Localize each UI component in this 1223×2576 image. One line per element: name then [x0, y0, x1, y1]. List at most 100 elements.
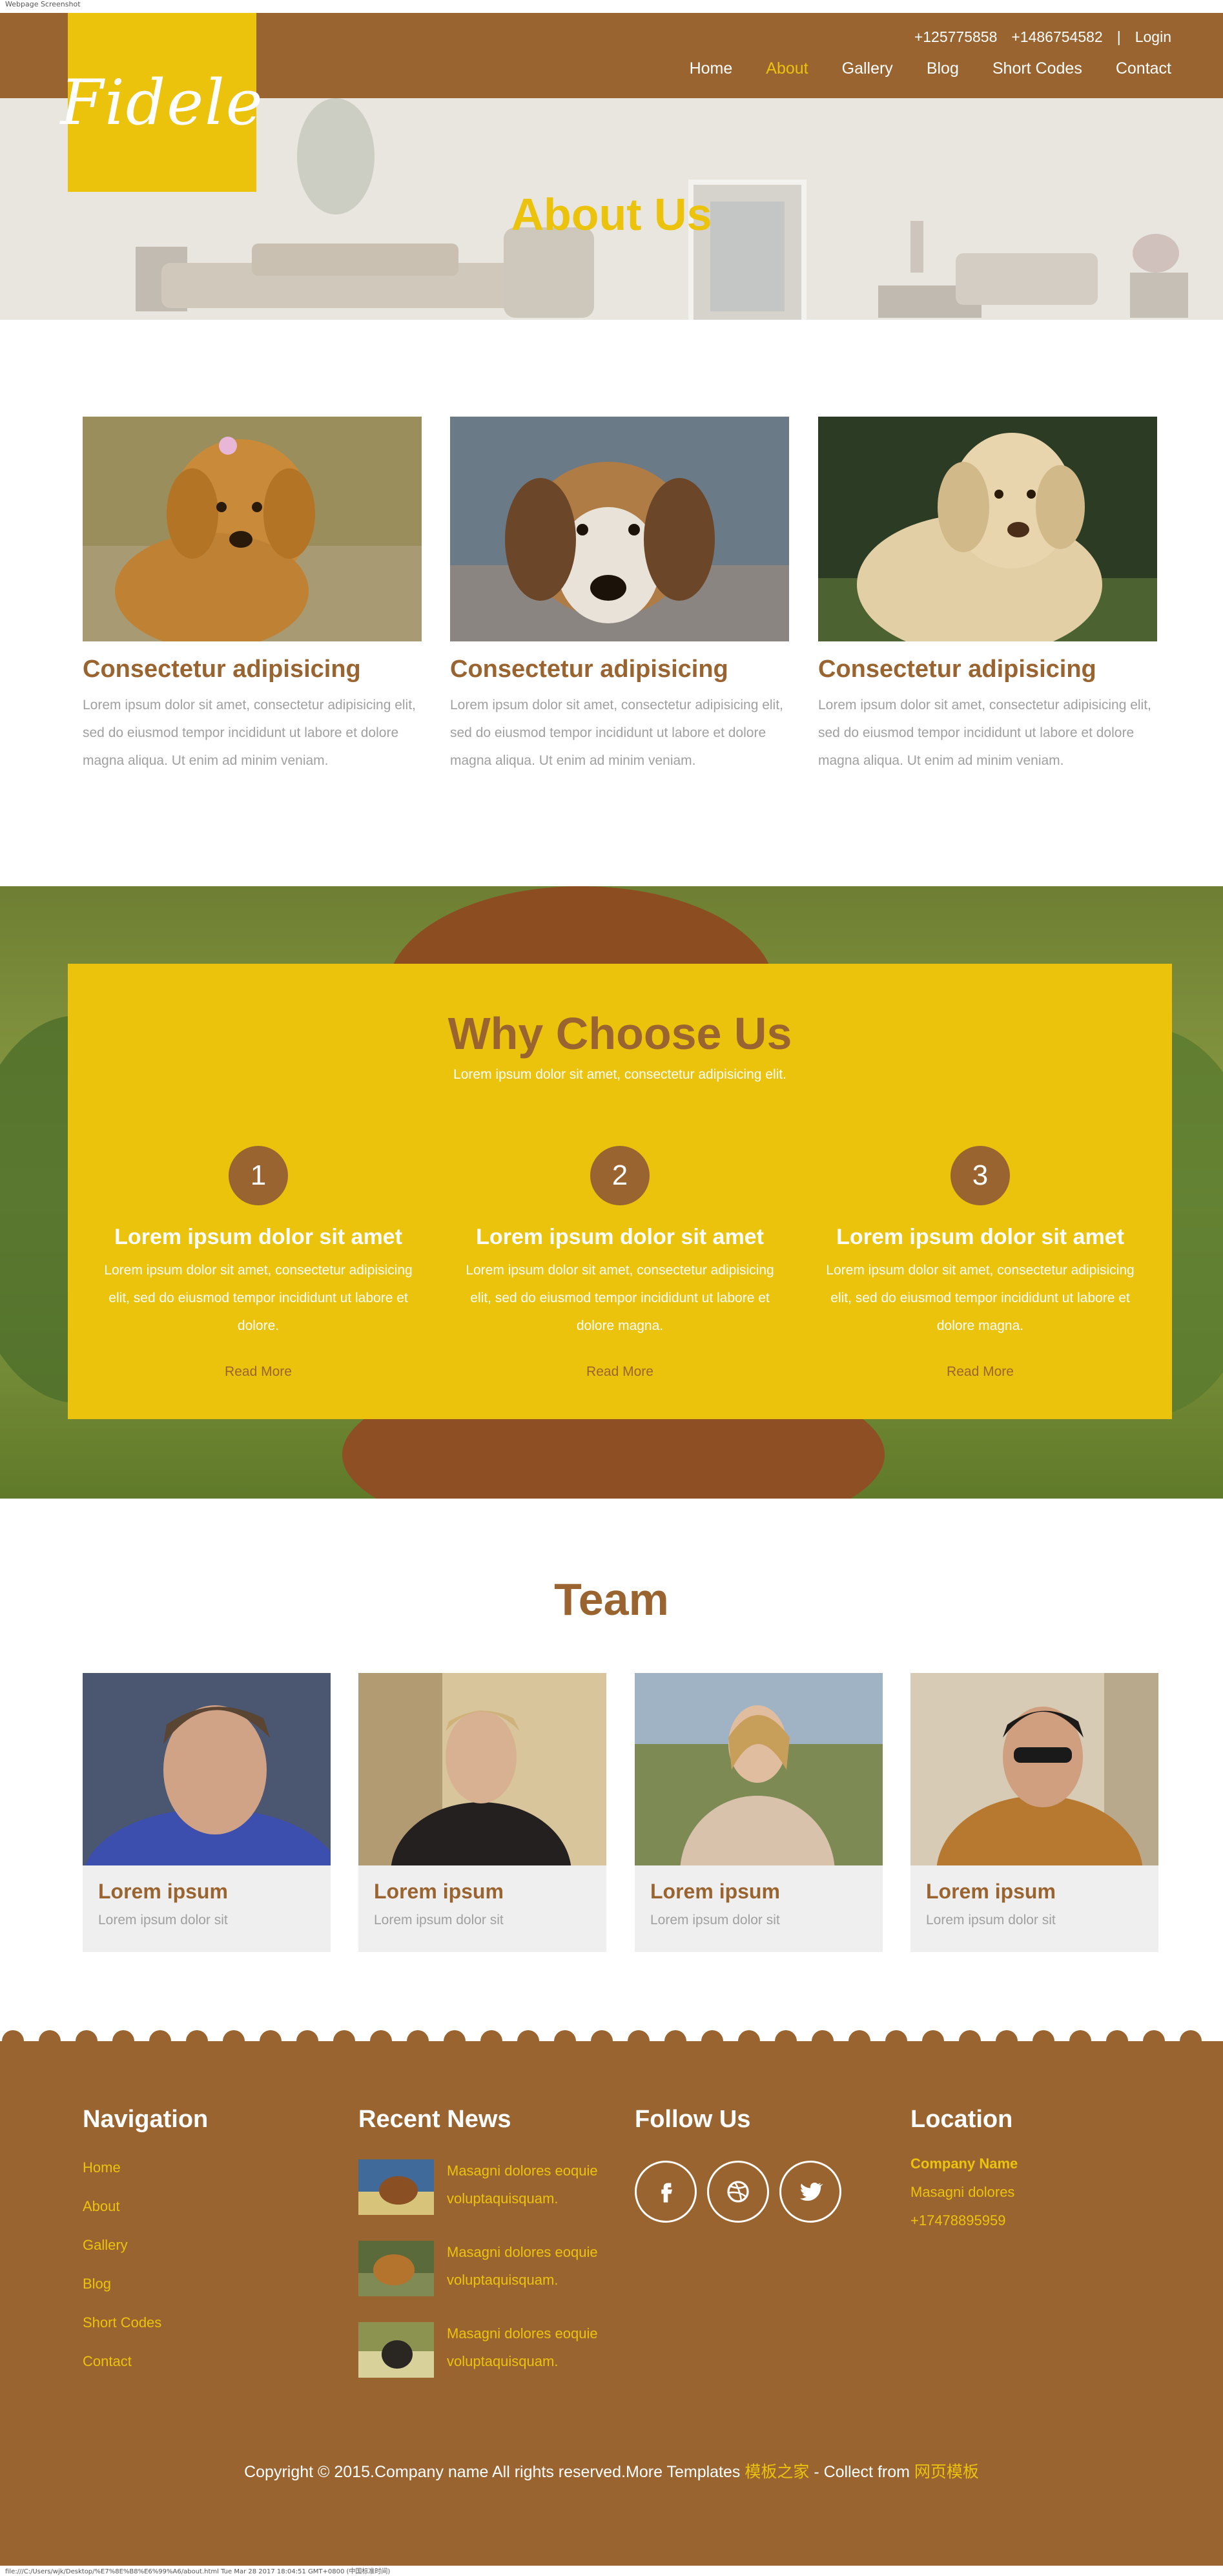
news-item[interactable]: Masagni dolores eoquie voluptaquisquam. [358, 2159, 615, 2215]
company-name: Company Name [910, 2155, 1018, 2172]
nav-gallery[interactable]: Gallery [842, 59, 893, 78]
header-contact: +125775858 +1486754582 | Login [914, 28, 1171, 46]
team-member-2: Lorem ipsum Lorem ipsum dolor sit [358, 1673, 606, 1952]
facebook-icon [661, 2183, 672, 2203]
footer-link-short-codes[interactable]: Short Codes [83, 2314, 208, 2331]
footer-link-home[interactable]: Home [83, 2159, 208, 2176]
member-name: Lorem ipsum [650, 1880, 780, 1903]
nav-blog[interactable]: Blog [927, 59, 959, 78]
company-address: Masagni dolores [910, 2184, 1015, 2200]
card-title: Consectetur adipisicing [83, 656, 361, 683]
phone-1: +125775858 [914, 28, 998, 45]
why-item-title: Lorem ipsum dolor sit amet [836, 1225, 1124, 1249]
news-item[interactable]: Masagni dolores eoquie voluptaquisquam. [358, 2322, 615, 2378]
news-thumbnail [358, 2159, 434, 2215]
team-member-photo [910, 1673, 1158, 1865]
hero-scallop [0, 320, 1223, 344]
why-item-title: Lorem ipsum dolor sit amet [114, 1225, 402, 1249]
card-title: Consectetur adipisicing [818, 656, 1096, 683]
nav-home[interactable]: Home [690, 59, 733, 78]
card-title: Consectetur adipisicing [450, 656, 728, 683]
nav-about[interactable]: About [766, 59, 808, 78]
member-name: Lorem ipsum [98, 1880, 228, 1903]
page-title: About Us [511, 189, 712, 240]
footer-location: Location Company Name Masagni dolores +1… [910, 2106, 1018, 2229]
news-text: Masagni dolores eoquie voluptaquisquam. [447, 2325, 598, 2369]
team-member-photo [83, 1673, 331, 1865]
dribbble-button[interactable] [707, 2161, 769, 2223]
feature-card-2: Consectetur adipisicing Lorem ipsum dolo… [450, 417, 789, 774]
web-templates-link[interactable]: 网页模板 [914, 2463, 979, 2481]
step-number: 2 [590, 1146, 650, 1205]
read-more-link[interactable]: Read More [586, 1364, 653, 1380]
team-title: Team [554, 1574, 669, 1625]
screenshot-label: Webpage Screenshot [5, 0, 81, 8]
twitter-button[interactable] [779, 2161, 841, 2223]
logo[interactable]: Fidele [60, 13, 263, 192]
footer-link-blog[interactable]: Blog [83, 2276, 208, 2292]
news-text: Masagni dolores eoquie voluptaquisquam. [447, 2163, 598, 2207]
twitter-icon [799, 2183, 823, 2201]
separator: | [1116, 28, 1121, 45]
facebook-button[interactable] [635, 2161, 697, 2223]
why-subtitle: Lorem ipsum dolor sit amet, consectetur … [453, 1067, 786, 1082]
logo-text: Fidele [60, 66, 264, 139]
step-number: 1 [229, 1146, 288, 1205]
nav-short-codes[interactable]: Short Codes [992, 59, 1082, 78]
labrador-photo [818, 417, 1157, 641]
company-phone: +17478895959 [910, 2212, 1006, 2228]
news-thumbnail [358, 2322, 434, 2378]
member-name: Lorem ipsum [926, 1880, 1056, 1903]
why-item-3: 3 Lorem ipsum dolor sit amet Lorem ipsum… [812, 1146, 1148, 1380]
team-member-photo [635, 1673, 883, 1865]
team-member-photo [358, 1673, 606, 1865]
why-title: Why Choose Us [447, 1008, 792, 1059]
beagle-photo [450, 417, 789, 641]
footer-link-gallery[interactable]: Gallery [83, 2237, 208, 2254]
footer-news-title: Recent News [358, 2106, 511, 2133]
member-role: Lorem ipsum dolor sit [374, 1913, 504, 1927]
login-link[interactable]: Login [1135, 28, 1171, 46]
read-more-link[interactable]: Read More [225, 1364, 292, 1380]
read-more-link[interactable]: Read More [947, 1364, 1014, 1380]
templates-link[interactable]: 模板之家 [745, 2463, 809, 2481]
main-nav: Home About Gallery Blog Short Codes Cont… [690, 59, 1171, 78]
footer-navigation: Navigation Home About Gallery Blog Short… [83, 2106, 208, 2392]
footer-nav-title: Navigation [83, 2106, 209, 2133]
feature-card-1: Consectetur adipisicing Lorem ipsum dolo… [83, 417, 422, 774]
team-member-3: Lorem ipsum Lorem ipsum dolor sit [635, 1673, 883, 1952]
team-member-1: Lorem ipsum Lorem ipsum dolor sit [83, 1673, 331, 1952]
footer-location-title: Location [910, 2106, 1013, 2133]
footer-link-about[interactable]: About [83, 2198, 208, 2215]
why-item-text: Lorem ipsum dolor sit amet, consectetur … [826, 1263, 1135, 1333]
copyright: Copyright © 2015.Company name All rights… [0, 2459, 1223, 2482]
member-role: Lorem ipsum dolor sit [98, 1913, 228, 1927]
why-item-1: 1 Lorem ipsum dolor sit amet Lorem ipsum… [90, 1146, 426, 1380]
member-role: Lorem ipsum dolor sit [926, 1913, 1056, 1927]
why-choose-us-panel: Why Choose Us Lorem ipsum dolor sit amet… [68, 964, 1172, 1419]
footer-recent-news: Recent News Masagni dolores eoquie volup… [358, 2106, 615, 2378]
member-name: Lorem ipsum [374, 1880, 504, 1903]
news-item[interactable]: Masagni dolores eoquie voluptaquisquam. [358, 2241, 615, 2296]
social-links [635, 2161, 841, 2223]
why-item-2: 2 Lorem ipsum dolor sit amet Lorem ipsum… [452, 1146, 788, 1380]
why-item-title: Lorem ipsum dolor sit amet [476, 1225, 764, 1249]
copyright-text: Copyright © 2015.Company name All rights… [244, 2463, 745, 2481]
card-text: Lorem ipsum dolor sit amet, consectetur … [450, 698, 783, 768]
why-item-text: Lorem ipsum dolor sit amet, consectetur … [466, 1263, 774, 1333]
card-text: Lorem ipsum dolor sit amet, consectetur … [818, 698, 1151, 768]
phone-2: +1486754582 [1011, 28, 1103, 45]
why-item-text: Lorem ipsum dolor sit amet, consectetur … [104, 1263, 413, 1333]
card-text: Lorem ipsum dolor sit amet, consectetur … [83, 698, 416, 768]
footer-follow-title: Follow Us [635, 2106, 751, 2133]
copyright-collect: - Collect from [809, 2463, 914, 2481]
step-number: 3 [951, 1146, 1010, 1205]
feature-card-3: Consectetur adipisicing Lorem ipsum dolo… [818, 417, 1157, 774]
team-member-4: Lorem ipsum Lorem ipsum dolor sit [910, 1673, 1158, 1952]
golden-doodle-photo [83, 417, 422, 641]
news-thumbnail [358, 2241, 434, 2296]
footer-link-contact[interactable]: Contact [83, 2353, 208, 2370]
nav-contact[interactable]: Contact [1116, 59, 1171, 78]
file-path-note: file:///C:/Users/wjk/Desktop/%E7%8E%B8%E… [5, 2568, 391, 2575]
news-text: Masagni dolores eoquie voluptaquisquam. [447, 2244, 598, 2288]
